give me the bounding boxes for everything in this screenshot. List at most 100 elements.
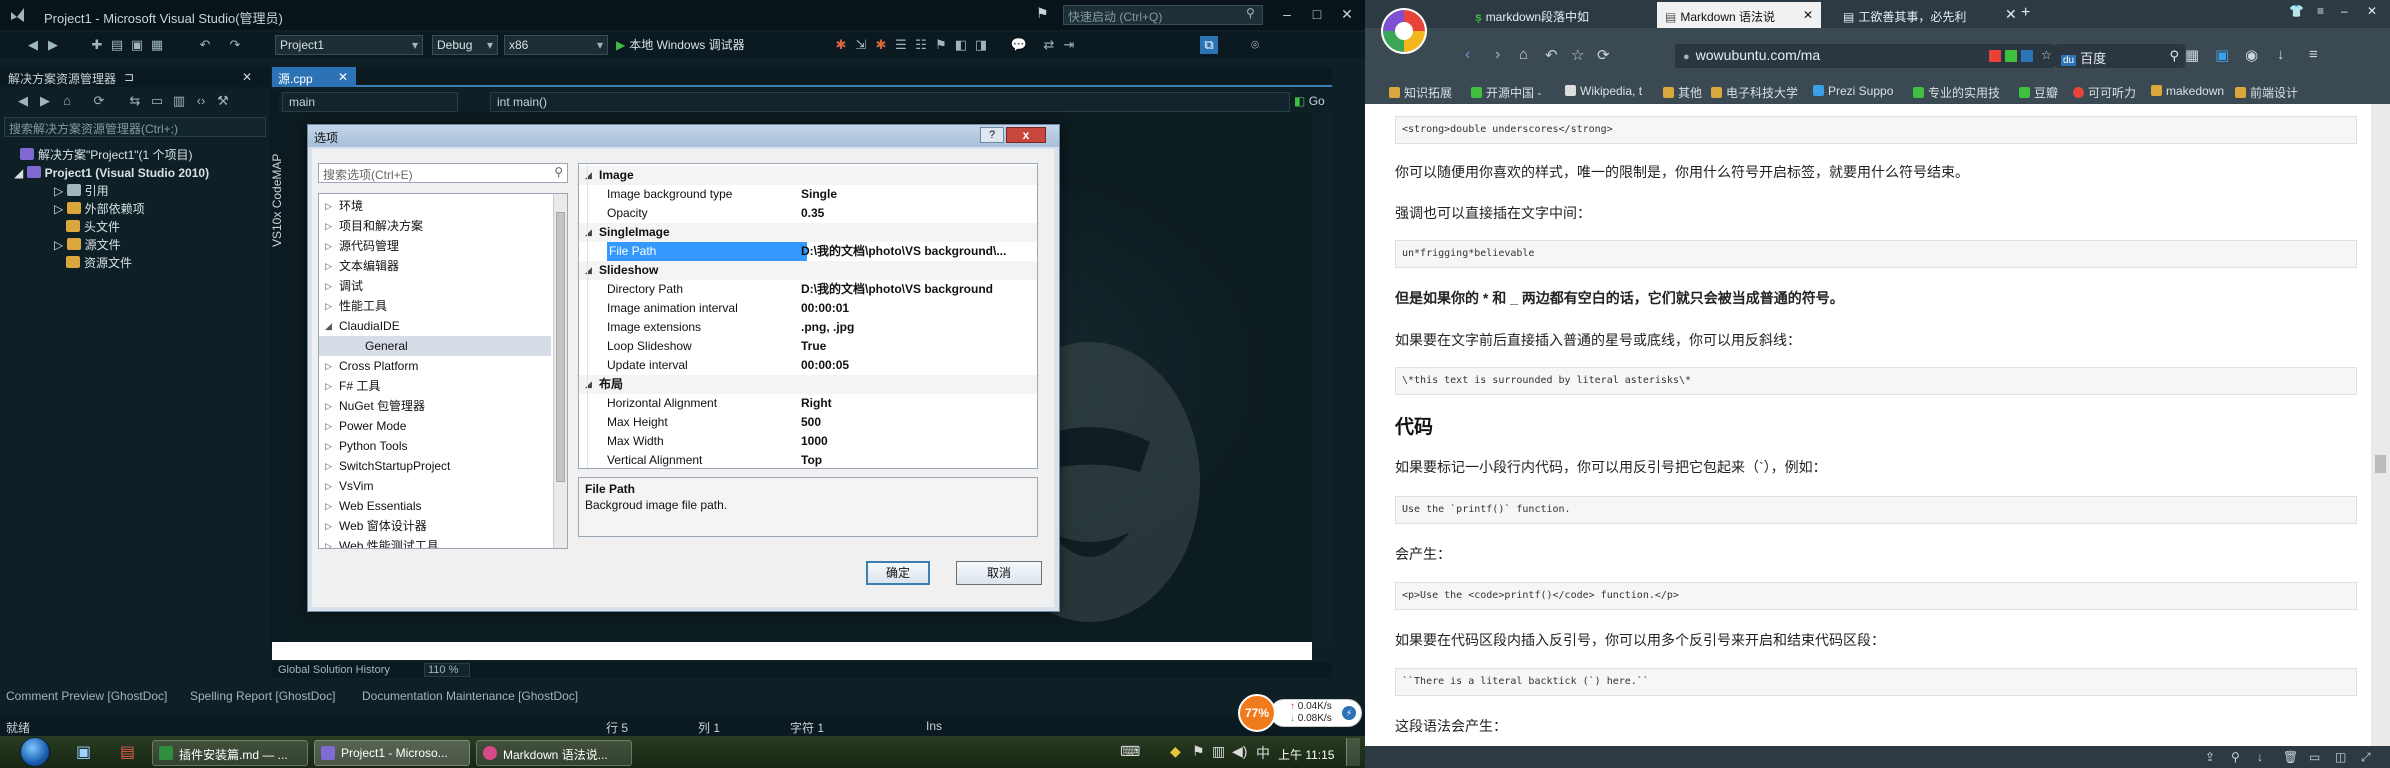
redo-icon[interactable]: ↷	[226, 36, 244, 54]
minimize-button[interactable]: –	[1276, 5, 1298, 23]
project-node[interactable]: ◢ Project1 (Visual Studio 2010)	[14, 164, 209, 182]
property-category[interactable]: ◢ Slideshow	[579, 261, 1037, 280]
close-icon[interactable]: ✕	[338, 70, 348, 84]
save-all-icon[interactable]: ▦	[148, 36, 166, 54]
property-row[interactable]: Image extensions .png, .jpg	[579, 318, 1037, 337]
bookmark-item[interactable]: 电子科技大学	[1711, 84, 1798, 101]
forward-icon[interactable]: ▶	[36, 92, 54, 110]
options-tree-item[interactable]: ▷ 项目和解决方案	[319, 216, 551, 236]
notification-flag-icon[interactable]: ⚑	[1036, 5, 1049, 22]
network-usage-percent[interactable]: 77%	[1238, 694, 1276, 732]
search-icon[interactable]: ⚲	[1246, 6, 1255, 20]
property-value[interactable]: 500	[801, 413, 1037, 432]
property-value[interactable]: .png, .jpg	[801, 318, 1037, 337]
options-tree-item[interactable]: ▷ Web 性能测试工具	[319, 536, 551, 548]
wrench-icon[interactable]: ⚒	[214, 92, 232, 110]
dialog-close-button[interactable]: x	[1006, 127, 1046, 143]
close-icon[interactable]: ✕	[1803, 8, 1813, 22]
options-tree-item[interactable]: ▷ Cross Platform	[319, 356, 551, 376]
property-row[interactable]: Vertical Alignment Top	[579, 451, 1037, 468]
property-row[interactable]: Horizontal Alignment Right	[579, 394, 1037, 413]
undo-close-icon[interactable]: ↶	[1545, 46, 1558, 64]
options-tree-item[interactable]: ▷ 调试	[319, 276, 551, 296]
property-value[interactable]: 00:00:01	[801, 299, 1037, 318]
step-icon[interactable]: ⇲	[852, 36, 870, 54]
page-scrollbar-thumb[interactable]	[2375, 455, 2386, 473]
task-markdown-editor[interactable]: 插件安装篇.md — ...	[152, 740, 308, 766]
property-category[interactable]: ◢ 布局	[579, 375, 1037, 394]
refresh-icon[interactable]: ⇆	[126, 92, 144, 110]
property-value[interactable]: D:\我的文档\photo\VS background	[801, 280, 1037, 299]
tree-expander-icon[interactable]: ▷	[325, 236, 332, 256]
close-button[interactable]: ✕	[2367, 4, 2377, 18]
bookmark-item[interactable]: makedown	[2151, 84, 2224, 98]
ime-icon[interactable]: 中	[1256, 743, 1270, 763]
go-button[interactable]: ◧ Go	[1294, 94, 1325, 108]
options-tree-item[interactable]: ▷ F# 工具	[319, 376, 551, 396]
zoom-dropdown[interactable]: 110 %	[424, 663, 470, 677]
property-value[interactable]: Single	[801, 185, 1037, 204]
forward-icon[interactable]: ▶	[44, 36, 62, 54]
star-icon[interactable]: ☆	[1571, 46, 1584, 64]
bookmark-item[interactable]: 专业的实用技	[1913, 84, 2000, 101]
options-tree-item[interactable]: ▷ Power Mode	[319, 416, 551, 436]
tree-expander-icon[interactable]: ▷	[325, 476, 332, 496]
eye-icon[interactable]: ◉	[2245, 46, 2258, 64]
volume-icon[interactable]: ◀)	[1232, 743, 1247, 760]
save-icon[interactable]: ▣	[128, 36, 146, 54]
property-value[interactable]: Right	[801, 394, 1037, 413]
config-dropdown[interactable]: Debug	[432, 35, 498, 55]
new-project-icon[interactable]: ✚	[88, 36, 106, 54]
help-button[interactable]: ?	[980, 127, 1004, 143]
comment-icon[interactable]: ☰	[892, 36, 910, 54]
back-icon[interactable]: ‹	[1465, 46, 1470, 64]
extension-icon[interactable]	[1989, 50, 2001, 62]
options-tree-item[interactable]: ▷ SwitchStartupProject	[319, 456, 551, 476]
download-icon[interactable]: ↓	[2257, 750, 2263, 764]
scope-dropdown[interactable]: main	[282, 92, 458, 112]
property-value[interactable]: 1000	[801, 432, 1037, 451]
bookmark-item[interactable]: 其他	[1663, 84, 1702, 101]
bookmark-item[interactable]: 前端设计	[2235, 84, 2298, 101]
header-files-node[interactable]: 头文件	[66, 218, 209, 236]
browser-logo[interactable]	[1379, 6, 1429, 56]
tab-source-cpp[interactable]: 源.cpp ✕	[272, 67, 356, 87]
property-row[interactable]: Loop Slideshow True	[579, 337, 1037, 356]
apps-icon[interactable]: ▦	[2185, 46, 2199, 64]
show-desktop-icon[interactable]: ▣	[76, 742, 91, 762]
tab-spelling-report[interactable]: Spelling Report [GhostDoc]	[190, 689, 335, 703]
forward-icon[interactable]: ›	[1495, 46, 1500, 64]
window-icon[interactable]: ◫	[2335, 750, 2346, 764]
member-dropdown[interactable]: int main()	[490, 92, 1290, 112]
bookmark-item[interactable]: Wikipedia, t	[1565, 84, 1642, 98]
back-icon[interactable]: ◀	[24, 36, 42, 54]
browser-tab-1[interactable]: ṣ markdown段落中如	[1467, 2, 1599, 28]
task-visual-studio[interactable]: Project1 - Microso...	[314, 740, 470, 766]
accelerate-icon[interactable]: ⚡	[1342, 706, 1356, 720]
options-search-input[interactable]: 搜索选项(Ctrl+E) ⚲	[318, 163, 568, 183]
options-tree-item[interactable]: ▷ 文本编辑器	[319, 256, 551, 276]
property-value[interactable]: True	[801, 337, 1037, 356]
external-deps-node[interactable]: ▷ 外部依赖项	[54, 200, 209, 218]
close-button[interactable]: ✕	[1336, 5, 1358, 23]
tree-expander-icon[interactable]: ▷	[325, 196, 332, 216]
start-debugging-button[interactable]: ▶ 本地 Windows 调试器	[616, 36, 745, 53]
tree-scrollbar-thumb[interactable]	[556, 212, 565, 482]
editor-horizontal-scrollbar[interactable]	[272, 642, 1312, 660]
bookmark-item[interactable]: Prezi Suppo	[1813, 84, 1893, 98]
tree-expander-icon[interactable]: ▷	[325, 456, 332, 476]
options-tree-item[interactable]: ▷ Python Tools	[319, 436, 551, 456]
bookmark-item[interactable]: 豆瓣	[2019, 84, 2058, 101]
debug-tool-icon[interactable]: ✱	[872, 36, 890, 54]
browser-tab-3[interactable]: ▤ 工欲善其事，必先利	[1835, 2, 2001, 28]
tab-close-icon[interactable]: ✕	[2005, 6, 2017, 23]
tray-app-icon[interactable]: ◆	[1170, 743, 1181, 760]
tab-documentation-maintenance[interactable]: Documentation Maintenance [GhostDoc]	[362, 689, 578, 703]
close-icon[interactable]: ✕	[242, 70, 252, 84]
property-value[interactable]: 00:00:05	[801, 356, 1037, 375]
bookmark-item[interactable]: 知识拓展	[1389, 84, 1452, 101]
sync-icon[interactable]: ⟳	[90, 92, 108, 110]
cancel-button[interactable]: 取消	[956, 561, 1042, 585]
options-tree-item[interactable]: ▷ 环境	[319, 196, 551, 216]
options-tree-item[interactable]: ▷ NuGet 包管理器	[319, 396, 551, 416]
